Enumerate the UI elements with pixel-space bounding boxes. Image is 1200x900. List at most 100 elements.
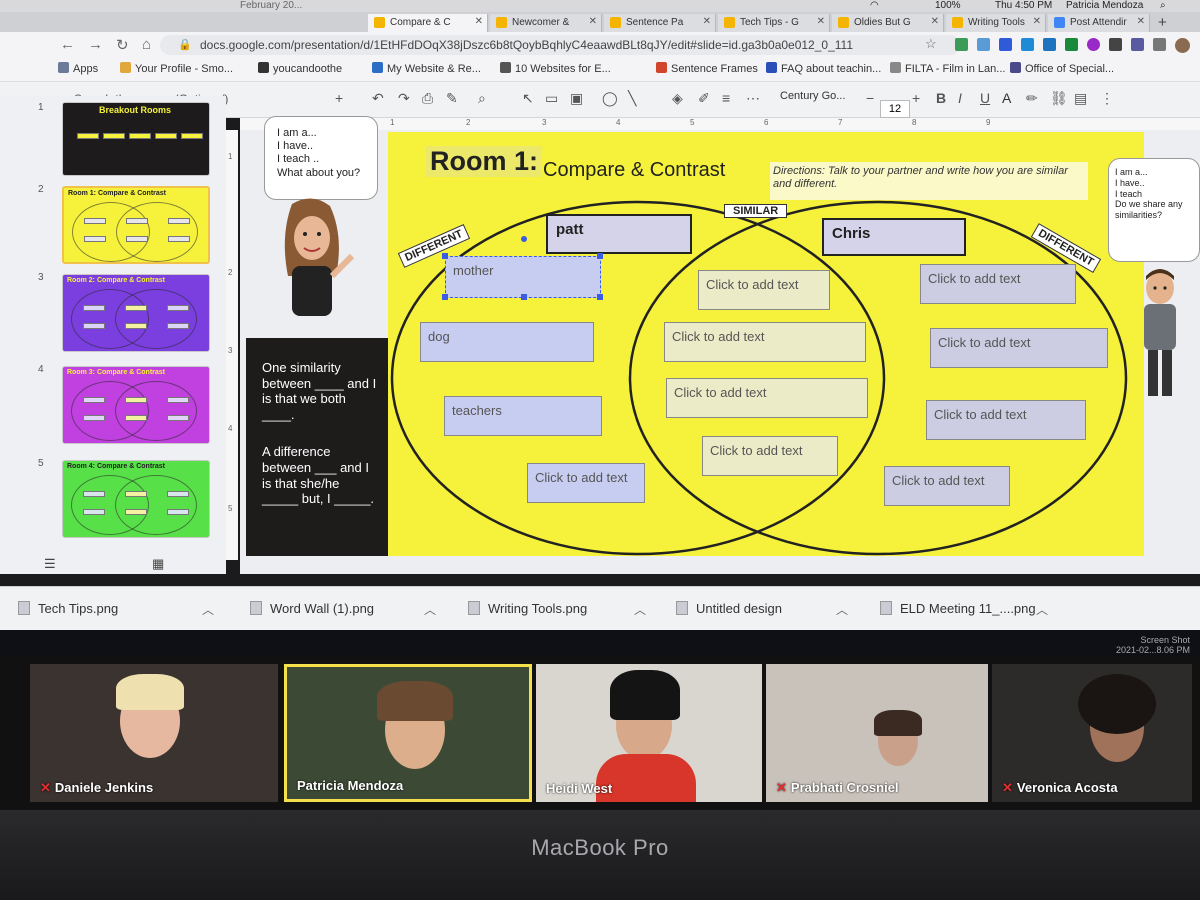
decrease-font-icon[interactable]: − [866,90,874,106]
close-icon[interactable]: ✕ [817,16,825,27]
font-size-field[interactable]: 12 [880,100,910,118]
extension-icon[interactable] [1087,38,1100,51]
redo-icon[interactable]: ↷ [398,90,410,107]
rotate-handle[interactable] [521,236,527,242]
extension-icon[interactable] [1043,38,1056,51]
select-icon[interactable]: ↖ [522,90,534,107]
resize-handle[interactable] [521,294,527,300]
new-slide-icon[interactable]: + [335,90,343,106]
italic-icon[interactable]: I [958,90,962,106]
reload-icon[interactable]: ↻ [116,36,129,54]
search-icon[interactable]: ⌕ [1160,0,1166,11]
extension-icon[interactable] [1021,38,1034,51]
slide-subtitle[interactable]: Compare & Contrast [543,159,725,182]
participant-tile[interactable]: ✕ Veronica Acosta [992,664,1192,802]
menubar-user[interactable]: Patricia Mendoza [1066,0,1143,11]
download-item[interactable]: ELD Meeting 11_....png ︿ [880,601,1048,617]
text-box-right-2[interactable]: Click to add text [930,328,1108,368]
textbox-icon[interactable]: ▭ [545,90,558,107]
resize-handle[interactable] [597,294,603,300]
wifi-icon[interactable]: ◠ [870,0,879,11]
bookmark-faq[interactable]: FAQ about teachin... [766,62,881,75]
bold-icon[interactable]: B [936,90,946,106]
image-icon[interactable]: ▣ [570,90,583,107]
font-select[interactable]: Century Go... [780,90,845,102]
text-box-left-4[interactable]: Click to add text [527,463,645,503]
chevron-up-icon[interactable]: ︿ [634,601,646,618]
resize-handle[interactable] [442,294,448,300]
text-box-middle-3[interactable]: Click to add text [666,378,868,418]
chevron-up-icon[interactable]: ︿ [1036,601,1048,618]
bookmark-profile[interactable]: Your Profile - Smo... [120,62,233,75]
tab-oldies[interactable]: Oldies But G ✕ [832,14,944,32]
bookmark-my-website[interactable]: My Website & Re... [372,62,481,75]
fill-color-icon[interactable]: ◈ [672,90,683,107]
bookmark-filta[interactable]: FILTA - Film in Lan... [890,62,1005,75]
increase-font-icon[interactable]: + [912,90,920,106]
text-box-middle-1[interactable]: Click to add text [698,270,830,310]
close-icon[interactable]: ✕ [1137,16,1145,27]
slide-title[interactable]: Room 1: [426,146,542,177]
back-icon[interactable]: ← [60,36,75,53]
extension-icon[interactable] [955,38,968,51]
tab-tech-tips[interactable]: Tech Tips - G ✕ [718,14,830,32]
tab-compare[interactable]: Compare & C ✕ [368,14,488,32]
underline-icon[interactable]: U [980,90,990,106]
close-icon[interactable]: ✕ [703,16,711,27]
undo-icon[interactable]: ↶ [372,90,384,107]
chevron-up-icon[interactable]: ︿ [202,601,214,618]
extension-icon[interactable] [1065,38,1078,51]
chevron-up-icon[interactable]: ︿ [836,601,848,618]
download-item[interactable]: Writing Tools.png ︿ [468,601,646,617]
highlight-icon[interactable]: ✏ [1026,90,1038,107]
close-icon[interactable]: ✕ [475,16,483,27]
participant-tile[interactable]: Heidi West [536,664,762,802]
extension-icon[interactable] [977,38,990,51]
border-dash-icon[interactable]: ⋯ [746,90,760,107]
resize-handle[interactable] [442,253,448,259]
slide-thumb-4[interactable]: Room 3: Compare & Contrast [62,366,210,444]
text-box-left-1[interactable]: mother [445,256,601,298]
name-box-left[interactable]: patt [546,214,692,254]
tab-sentence[interactable]: Sentence Pa ✕ [604,14,716,32]
url-bar[interactable]: 🔒 docs.google.com/presentation/d/1EtHFdD… [160,35,960,55]
participant-tile[interactable]: ✕ Daniele Jenkins [30,664,278,802]
new-tab-icon[interactable]: + [1158,14,1167,31]
text-box-right-3[interactable]: Click to add text [926,400,1086,440]
slide-thumb-5[interactable]: Room 4: Compare & Contrast [62,460,210,538]
chevron-up-icon[interactable]: ︿ [424,601,436,618]
text-box-right-1[interactable]: Click to add text [920,264,1076,304]
text-box-left-2[interactable]: dog [420,322,594,362]
close-icon[interactable]: ✕ [1033,16,1041,27]
avatar[interactable] [1175,38,1190,53]
paint-format-icon[interactable]: ✎ [446,90,458,107]
text-box-middle-4[interactable]: Click to add text [702,436,838,476]
tab-post-attending[interactable]: Post Attendir ✕ [1048,14,1150,32]
tab-newcomer[interactable]: Newcomer & ✕ [490,14,602,32]
bitmoji-woman[interactable] [262,196,362,326]
speech-bubble-left[interactable]: I am a... I have.. I teach .. What about… [264,116,378,200]
puzzle-icon[interactable] [1153,38,1166,51]
home-icon[interactable]: ⌂ [142,36,151,53]
bookmark-youcandoothe[interactable]: youcandoothe [258,62,342,75]
slide-thumb-2[interactable]: Room 1: Compare & Contrast [62,186,210,264]
resize-handle[interactable] [597,253,603,259]
download-item[interactable]: Untitled design ︿ [676,601,848,617]
download-item[interactable]: Word Wall (1).png ︿ [250,601,436,617]
text-box-right-4[interactable]: Click to add text [884,466,1010,506]
slide-thumb-3[interactable]: Room 2: Compare & Contrast [62,274,210,352]
forward-icon[interactable]: → [88,36,103,53]
menubar-clock[interactable]: Thu 4:50 PM [995,0,1052,11]
sentence-frame[interactable]: One similarity between ____ and I is tha… [246,338,388,556]
print-icon[interactable]: ⎙ [422,90,433,107]
extension-icon[interactable] [1109,38,1122,51]
bookmark-star-icon[interactable]: ☆ [925,36,937,52]
text-color-icon[interactable]: A [1002,90,1011,106]
extension-icon[interactable] [1131,38,1144,51]
tab-writing-tools[interactable]: Writing Tools ✕ [946,14,1046,32]
text-box-left-3[interactable]: teachers [444,396,602,436]
text-box-middle-2[interactable]: Click to add text [664,322,866,362]
line-icon[interactable]: ╲ [628,90,636,107]
border-color-icon[interactable]: ✐ [698,90,710,107]
bookmark-office-special[interactable]: Office of Special... [1010,62,1114,75]
